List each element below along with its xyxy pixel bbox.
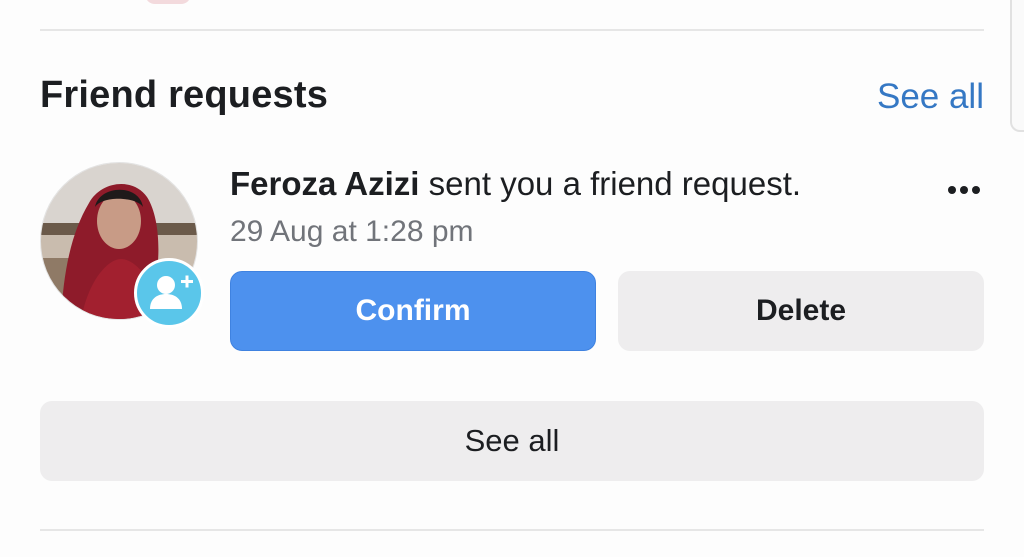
see-all-button[interactable]: See all: [40, 401, 984, 481]
request-message: Feroza Azizi sent you a friend request.: [230, 165, 801, 203]
previous-item-fragment: [145, 0, 191, 4]
section-title: Friend requests: [40, 74, 329, 116]
see-all-link[interactable]: See all: [877, 77, 984, 117]
add-friend-icon: [134, 258, 204, 328]
top-divider: [40, 29, 984, 31]
friend-request-avatar[interactable]: [40, 162, 204, 328]
more-options-icon[interactable]: [942, 180, 986, 200]
confirm-button[interactable]: Confirm: [230, 271, 596, 351]
request-timestamp: 29 Aug at 1:28 pm: [230, 215, 474, 248]
bottom-divider: [40, 529, 984, 531]
scroll-indicator: [1010, 0, 1024, 132]
delete-button[interactable]: Delete: [618, 271, 984, 351]
request-message-text: sent you a friend request.: [419, 165, 802, 202]
requester-name[interactable]: Feroza Azizi: [230, 165, 419, 202]
